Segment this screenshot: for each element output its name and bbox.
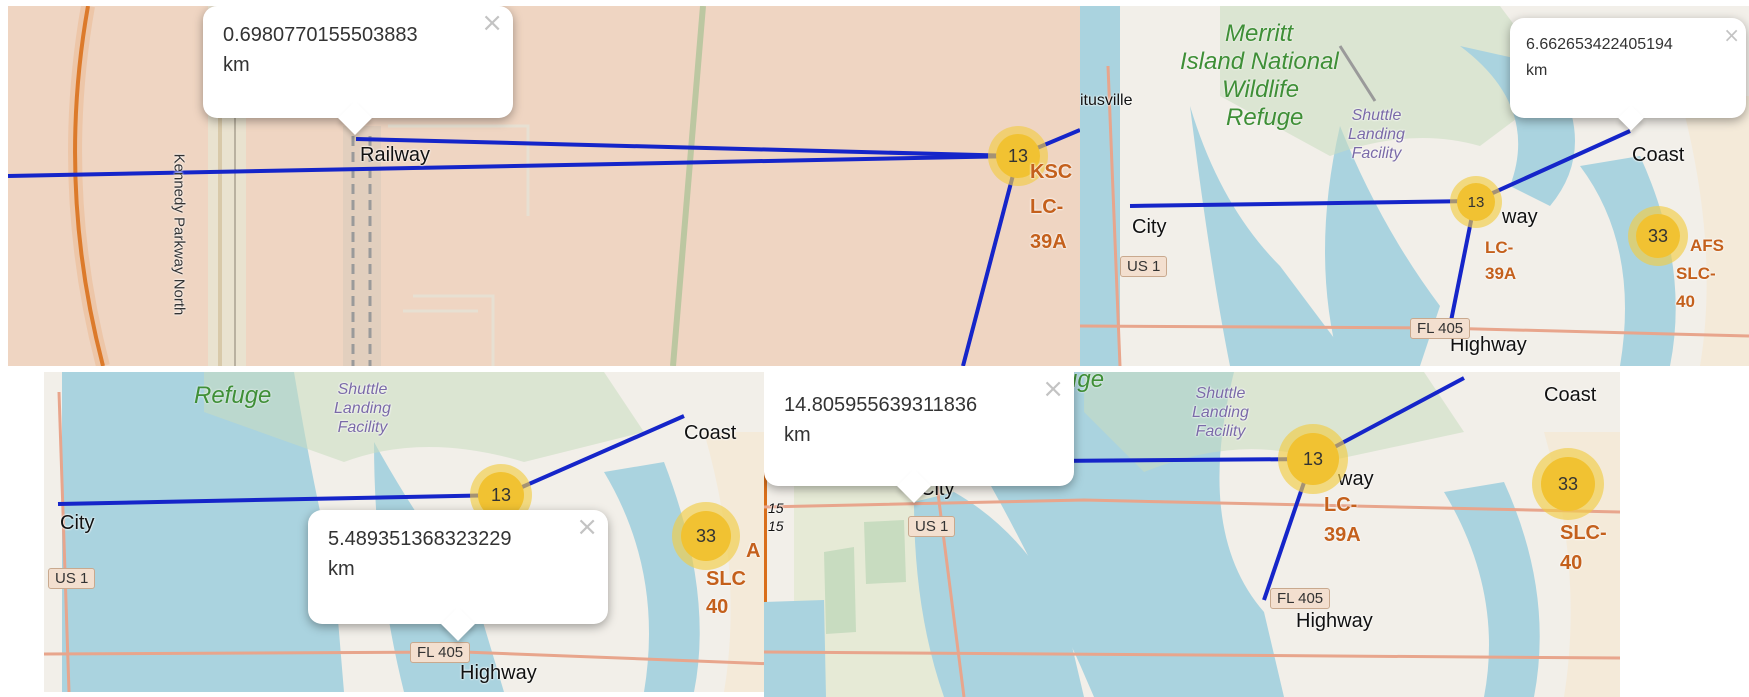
facility-label: Shuttle Landing Facility xyxy=(1348,107,1405,162)
closeup-map-canvas xyxy=(8,6,1080,366)
fl405-shield: FL 405 xyxy=(1410,318,1471,339)
cluster-count: 33 xyxy=(1541,457,1595,511)
highway-label: Highway xyxy=(1296,610,1373,632)
pad-label-slc: SLC- xyxy=(1560,522,1607,544)
pad-label-40: 40 xyxy=(1676,292,1695,311)
distance-popup: × 6.662653422405194 km xyxy=(1510,18,1746,131)
close-icon[interactable]: × xyxy=(481,10,503,36)
coast-label: Coast xyxy=(1544,384,1597,406)
cluster-count: 33 xyxy=(1636,214,1680,258)
city-label: City xyxy=(1132,216,1167,238)
cluster-count: 13 xyxy=(1457,183,1495,221)
cluster-count: 13 xyxy=(1287,433,1339,485)
map-panel-overview-bottom-left[interactable]: Refuge Shuttle Landing Facility City Coast… xyxy=(44,372,774,692)
mile-marker-a: 15 xyxy=(768,500,784,516)
distance-popup: × 14.805955639311836 km xyxy=(764,372,1074,503)
distance-unit: km xyxy=(328,558,355,580)
map-panel-overview-bottom-right[interactable]: uge Shuttle Landing Facility City Coast Hi… xyxy=(764,372,1620,697)
pad-label-slc: SLC- xyxy=(1676,264,1716,283)
facility-label: Shuttle Landing Facility xyxy=(334,381,391,436)
town-label: itusville xyxy=(1080,92,1133,109)
pad-label-39a: 39A xyxy=(1030,231,1067,253)
pad-label-lc: LC- xyxy=(1485,238,1514,257)
us1-shield: US 1 xyxy=(48,568,96,589)
distance-value: 6.662653422405194 xyxy=(1526,36,1673,53)
cluster-marker-33[interactable]: 33 xyxy=(1532,448,1604,520)
pad-label-40: 40 xyxy=(706,596,729,618)
pad-label-slc: SLC xyxy=(706,568,746,590)
map-panel-overview-top[interactable]: Merritt Island National Wildlife Refuge … xyxy=(1080,6,1749,366)
distance-unit: km xyxy=(784,424,811,446)
map-panel-closeup[interactable]: Kennedy Parkway North Railway 13 KSC LC-… xyxy=(8,6,1080,366)
distance-unit: km xyxy=(223,54,250,76)
refuge-label-line2: Island National xyxy=(1180,48,1339,75)
distance-value: 14.805955639311836 xyxy=(784,394,978,416)
pad-label-afs: A xyxy=(746,540,761,562)
us1-shield: US 1 xyxy=(908,516,956,537)
distance-unit: km xyxy=(1526,62,1548,79)
close-icon[interactable]: × xyxy=(576,514,598,540)
way-label: way xyxy=(1502,206,1538,228)
cluster-count: 33 xyxy=(681,511,731,561)
close-icon[interactable]: × xyxy=(1042,376,1064,402)
facility-label: Shuttle Landing Facility xyxy=(1192,385,1249,440)
refuge-label-line4: Refuge xyxy=(1226,104,1304,131)
cluster-marker-33[interactable]: 33 xyxy=(1628,206,1688,266)
cluster-marker-13[interactable]: 13 xyxy=(1450,176,1502,228)
distance-popup: × 5.489351368323229 km xyxy=(308,510,608,641)
pad-label-lc: LC- xyxy=(1324,494,1358,516)
road-label-kennedy-parkway: Kennedy Parkway North xyxy=(170,153,188,316)
coast-label: Coast xyxy=(684,422,737,444)
distance-popup: × 0.6980770155503883 km xyxy=(203,6,513,135)
distance-value: 5.489351368323229 xyxy=(328,528,512,550)
cluster-marker-33[interactable]: 33 xyxy=(672,502,740,570)
pad-label-39a: 39A xyxy=(1485,264,1517,283)
refuge-label-line3: Wildlife xyxy=(1222,76,1300,103)
pad-label-afs: AFS xyxy=(1690,236,1724,255)
pad-label-ksc: KSC xyxy=(1030,161,1073,183)
refuge-label: Refuge xyxy=(194,382,272,409)
coast-label: Coast xyxy=(1632,144,1685,166)
pad-label-lc: LC- xyxy=(1030,196,1064,218)
close-icon[interactable]: × xyxy=(1723,22,1740,48)
pad-label-40: 40 xyxy=(1560,552,1583,574)
city-label: City xyxy=(60,512,95,534)
mile-marker-b: 15 xyxy=(768,518,784,534)
cluster-marker-13[interactable]: 13 xyxy=(1278,424,1348,494)
refuge-label-line1: Merritt xyxy=(1225,20,1293,47)
highway-label: Highway xyxy=(460,662,537,684)
fl405-shield: FL 405 xyxy=(410,642,471,663)
distance-value: 0.6980770155503883 xyxy=(223,24,418,46)
railway-label: Railway xyxy=(360,144,431,166)
pad-label-39a: 39A xyxy=(1324,524,1361,546)
fl405-shield: FL 405 xyxy=(1270,588,1331,609)
us1-shield: US 1 xyxy=(1120,256,1168,277)
